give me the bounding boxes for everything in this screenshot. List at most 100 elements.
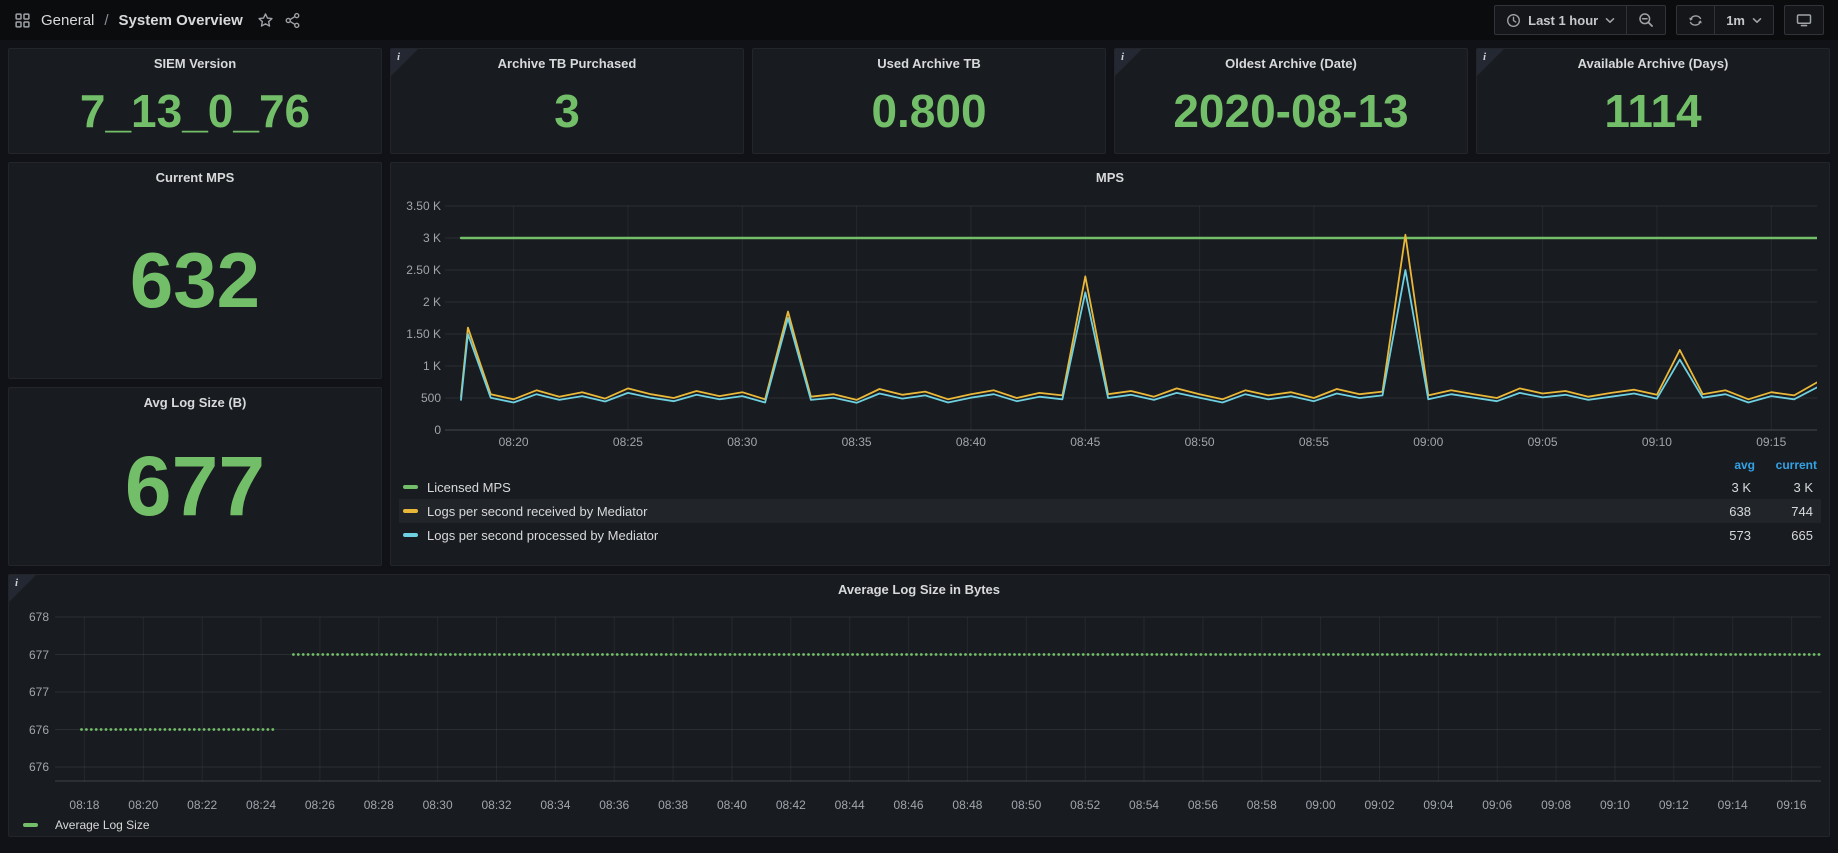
stat-panel-oldest-archive-date: iOldest Archive (Date)2020-08-13 xyxy=(1114,48,1468,154)
stat-value: 2020-08-13 xyxy=(1173,88,1408,134)
x-axis-tick-label: 09:02 xyxy=(1364,798,1394,812)
legend-current-value: 665 xyxy=(1751,528,1817,543)
breadcrumb: General / System Overview xyxy=(14,12,301,29)
stat-value-wrap: 0.800 xyxy=(753,76,1105,153)
avg-log-size-legend: Average Log Size xyxy=(15,813,1823,836)
y-axis-tick-label: 676 xyxy=(15,760,49,774)
stat-panel-used-archive-tb: Used Archive TB0.800 xyxy=(752,48,1106,154)
mps-plot-area[interactable]: 3.50 K3 K2.50 K2 K1.50 K1 K5000 xyxy=(397,190,1823,434)
dashboard: SIEM Version7_13_0_76iArchive TB Purchas… xyxy=(0,40,1838,845)
x-axis-tick-label: 08:58 xyxy=(1247,798,1277,812)
stat-value: 632 xyxy=(130,241,260,319)
x-axis-tick-label: 08:20 xyxy=(499,435,529,449)
legend-row: Logs per second processed by Mediator573… xyxy=(399,523,1821,547)
stat-value: 3 xyxy=(554,88,580,134)
legend-label[interactable]: Average Log Size xyxy=(55,818,1823,832)
avg-log-size-panel: i Average Log Size in Bytes 678677677676… xyxy=(8,574,1830,837)
x-axis-tick-label: 08:50 xyxy=(1011,798,1041,812)
time-range-label: Last 1 hour xyxy=(1528,13,1598,28)
x-axis-tick-label: 09:16 xyxy=(1777,798,1807,812)
stat-title: Used Archive TB xyxy=(753,49,1105,76)
refresh-button[interactable] xyxy=(1676,5,1715,35)
stat-value: 7_13_0_76 xyxy=(80,88,310,134)
zoom-out-icon xyxy=(1638,12,1654,28)
clock-icon xyxy=(1506,13,1521,28)
x-axis-tick-label: 09:12 xyxy=(1659,798,1689,812)
x-axis-tick-label: 08:46 xyxy=(894,798,924,812)
x-axis-tick-label: 08:24 xyxy=(246,798,276,812)
chevron-down-icon xyxy=(1605,17,1615,24)
legend-avg-value: 573 xyxy=(1693,528,1751,543)
legend-current-value: 3 K xyxy=(1751,480,1817,495)
breadcrumb-folder[interactable]: General xyxy=(41,12,94,29)
x-axis-tick-label: 08:26 xyxy=(305,798,335,812)
breadcrumb-dashboard[interactable]: System Overview xyxy=(119,12,243,29)
breadcrumb-separator: / xyxy=(104,12,108,29)
x-axis-tick-label: 08:30 xyxy=(727,435,757,449)
legend-swatch xyxy=(23,823,38,827)
legend-series-label[interactable]: Licensed MPS xyxy=(427,480,1693,495)
legend-avg-value: 3 K xyxy=(1693,480,1751,495)
y-axis-tick-label: 677 xyxy=(15,648,49,662)
avg-log-size-x-axis: 08:1808:2008:2208:2408:2608:2808:3008:32… xyxy=(15,797,1823,813)
x-axis-tick-label: 09:00 xyxy=(1306,798,1336,812)
x-axis-tick-label: 08:40 xyxy=(956,435,986,449)
legend-header: avg current xyxy=(399,455,1821,475)
toolbar-right: Last 1 hour 1m xyxy=(1494,5,1824,35)
x-axis-tick-label: 09:10 xyxy=(1600,798,1630,812)
zoom-out-button[interactable] xyxy=(1627,5,1666,35)
x-axis-tick-label: 09:05 xyxy=(1528,435,1558,449)
stat-value: 677 xyxy=(125,444,265,528)
y-axis-tick-label: 676 xyxy=(15,723,49,737)
refresh-icon xyxy=(1688,13,1703,28)
panel-info-corner[interactable] xyxy=(391,49,418,76)
top-bar: General / System Overview Last 1 hour xyxy=(0,0,1838,40)
y-axis-tick-label: 3 K xyxy=(397,231,441,245)
legend-col-current[interactable]: current xyxy=(1755,458,1821,472)
panel-info-corner[interactable] xyxy=(1115,49,1142,76)
mps-legend: avg current Licensed MPS3 K3 KLogs per s… xyxy=(397,451,1823,553)
mps-x-axis: 08:2008:2508:3008:3508:4008:4508:5008:55… xyxy=(397,434,1823,451)
tv-icon xyxy=(1796,12,1812,28)
x-axis-tick-label: 08:48 xyxy=(952,798,982,812)
y-axis-tick-label: 677 xyxy=(15,685,49,699)
x-axis-tick-label: 08:42 xyxy=(776,798,806,812)
x-axis-tick-label: 08:56 xyxy=(1188,798,1218,812)
x-axis-tick-label: 08:28 xyxy=(364,798,394,812)
y-axis-tick-label: 3.50 K xyxy=(397,199,441,213)
x-axis-tick-label: 09:06 xyxy=(1482,798,1512,812)
legend-col-avg[interactable]: avg xyxy=(1697,458,1755,472)
refresh-interval-button[interactable]: 1m xyxy=(1715,5,1774,35)
stat-panel-siem-version: SIEM Version7_13_0_76 xyxy=(8,48,382,154)
y-axis-tick-label: 678 xyxy=(15,610,49,624)
stat-value-wrap: 632 xyxy=(9,190,381,378)
y-axis-tick-label: 1.50 K xyxy=(397,327,441,341)
stat-panels-row: SIEM Version7_13_0_76iArchive TB Purchas… xyxy=(8,48,1830,154)
x-axis-tick-label: 08:20 xyxy=(128,798,158,812)
legend-row: Licensed MPS3 K3 K xyxy=(399,475,1821,499)
time-range-button[interactable]: Last 1 hour xyxy=(1494,5,1627,35)
share-icon[interactable] xyxy=(284,12,301,29)
legend-row: Logs per second received by Mediator6387… xyxy=(399,499,1821,523)
x-axis-tick-label: 08:50 xyxy=(1185,435,1215,449)
panel-info-corner[interactable] xyxy=(9,575,36,602)
stat-panel-current-mps: Current MPS632 xyxy=(8,162,382,379)
legend-series-label[interactable]: Logs per second received by Mediator xyxy=(427,504,1693,519)
x-axis-tick-label: 09:10 xyxy=(1642,435,1672,449)
star-icon[interactable] xyxy=(257,12,274,29)
tv-mode-button[interactable] xyxy=(1784,5,1824,35)
panel-title: MPS xyxy=(397,163,1823,190)
stat-panel-archive-tb-purchased: iArchive TB Purchased3 xyxy=(390,48,744,154)
y-axis-tick-label: 2.50 K xyxy=(397,263,441,277)
stat-value-wrap: 677 xyxy=(9,415,381,565)
stat-value: 1114 xyxy=(1604,88,1701,134)
legend-series-label[interactable]: Logs per second processed by Mediator xyxy=(427,528,1693,543)
legend-swatch xyxy=(403,509,418,513)
left-stat-column: Current MPS632Avg Log Size (B)677 xyxy=(8,162,382,566)
apps-icon[interactable] xyxy=(14,12,31,29)
y-axis-tick-label: 500 xyxy=(397,391,441,405)
x-axis-tick-label: 08:30 xyxy=(423,798,453,812)
panel-info-corner[interactable] xyxy=(1477,49,1504,76)
stat-value-wrap: 1114 xyxy=(1477,76,1829,153)
avg-log-size-plot-area[interactable]: 678 677 677 676 676 xyxy=(15,601,1823,797)
